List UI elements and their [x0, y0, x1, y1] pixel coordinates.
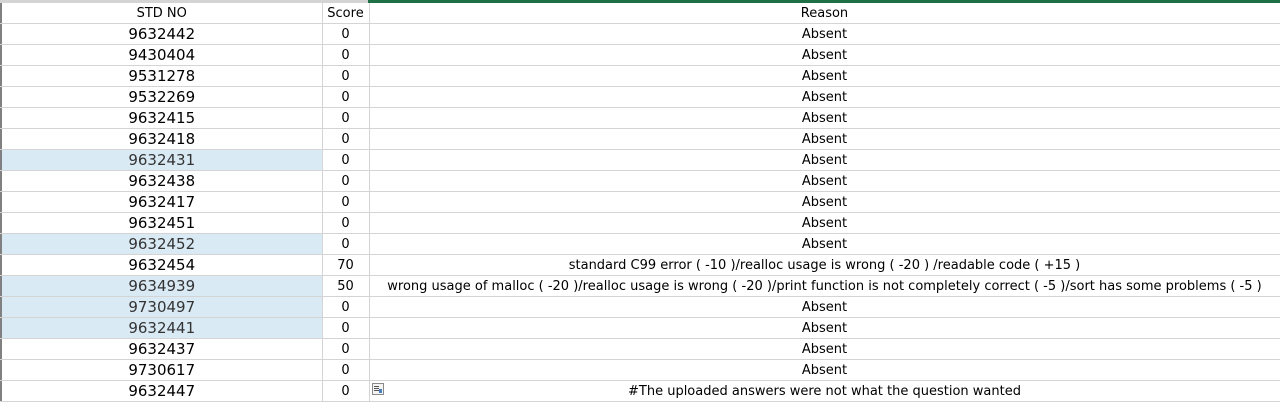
- reason-cell[interactable]: Absent: [369, 191, 1280, 213]
- table-row: 9632438 0 Absent: [0, 170, 1280, 192]
- table-row: 9632452 0 Absent: [0, 233, 1280, 255]
- reason-cell[interactable]: Absent: [369, 44, 1280, 66]
- std-no-cell[interactable]: 9632442: [2, 23, 323, 45]
- score-cell[interactable]: 50: [322, 275, 370, 297]
- reason-text: Absent: [801, 341, 848, 357]
- score-cell[interactable]: 0: [322, 191, 370, 213]
- reason-text: Absent: [801, 173, 848, 189]
- reason-text: Absent: [801, 152, 848, 168]
- header-score[interactable]: Score: [322, 3, 370, 24]
- table-row: 9632451 0 Absent: [0, 212, 1280, 234]
- reason-text: Absent: [801, 194, 848, 210]
- table-row: 9632417 0 Absent: [0, 191, 1280, 213]
- std-no-cell[interactable]: 9632438: [2, 170, 323, 192]
- reason-text: wrong usage of malloc ( -20 )/realloc us…: [387, 278, 1262, 294]
- reason-text: Absent: [801, 215, 848, 231]
- std-no-cell[interactable]: 9730497: [2, 296, 323, 318]
- reason-cell[interactable]: #The uploaded answers were not what the …: [369, 380, 1280, 402]
- score-cell[interactable]: 0: [322, 212, 370, 234]
- reason-cell[interactable]: Absent: [369, 338, 1280, 360]
- table-row: 9634939 50 wrong usage of malloc ( -20 )/r…: [0, 275, 1280, 297]
- std-no-cell[interactable]: 9730617: [2, 359, 323, 381]
- reason-cell[interactable]: Absent: [369, 212, 1280, 234]
- score-cell[interactable]: 0: [322, 317, 370, 339]
- score-cell[interactable]: 70: [322, 254, 370, 276]
- reason-text: Absent: [801, 236, 848, 252]
- reason-cell[interactable]: Absent: [369, 23, 1280, 45]
- std-no-cell[interactable]: 9634939: [2, 275, 323, 297]
- spreadsheet-grid: STD NO Score Reason 9632442 0 Absent 943040…: [0, 0, 1280, 407]
- header-std-no[interactable]: STD NO: [2, 3, 323, 24]
- reason-text: Absent: [801, 299, 848, 315]
- scores-table: STD NO Score Reason 9632442 0 Absent 943040…: [0, 3, 1280, 402]
- score-cell[interactable]: 0: [322, 107, 370, 129]
- std-no-cell[interactable]: 9632452: [2, 233, 323, 255]
- reason-text: standard C99 error ( -10 )/realloc usage…: [568, 257, 1081, 273]
- table-row: 9430404 0 Absent: [0, 44, 1280, 66]
- reason-cell[interactable]: Absent: [369, 359, 1280, 381]
- comment-indicator-icon[interactable]: [371, 383, 384, 395]
- std-no-cell[interactable]: 9632451: [2, 212, 323, 234]
- table-row: 9632415 0 Absent: [0, 107, 1280, 129]
- score-cell[interactable]: 0: [322, 380, 370, 402]
- score-cell[interactable]: 0: [322, 338, 370, 360]
- score-cell[interactable]: 0: [322, 23, 370, 45]
- std-no-cell[interactable]: 9632437: [2, 338, 323, 360]
- table-row: 9532269 0 Absent: [0, 86, 1280, 108]
- std-no-cell[interactable]: 9632417: [2, 191, 323, 213]
- table-row: 9632437 0 Absent: [0, 338, 1280, 360]
- reason-cell[interactable]: Absent: [369, 65, 1280, 87]
- reason-text: Absent: [801, 131, 848, 147]
- reason-text: Absent: [801, 320, 848, 336]
- reason-cell[interactable]: Absent: [369, 128, 1280, 150]
- score-cell[interactable]: 0: [322, 233, 370, 255]
- reason-text: Absent: [801, 68, 848, 84]
- reason-cell[interactable]: standard C99 error ( -10 )/realloc usage…: [369, 254, 1280, 276]
- score-cell[interactable]: 0: [322, 128, 370, 150]
- reason-cell[interactable]: Absent: [369, 233, 1280, 255]
- table-row: 9632431 0 Absent: [0, 149, 1280, 171]
- reason-cell[interactable]: wrong usage of malloc ( -20 )/realloc us…: [369, 275, 1280, 297]
- score-cell[interactable]: 0: [322, 296, 370, 318]
- std-no-cell[interactable]: 9632418: [2, 128, 323, 150]
- table-row: 9730617 0 Absent: [0, 359, 1280, 381]
- table-row: 9632418 0 Absent: [0, 128, 1280, 150]
- score-cell[interactable]: 0: [322, 44, 370, 66]
- score-cell[interactable]: 0: [322, 359, 370, 381]
- reason-cell[interactable]: Absent: [369, 317, 1280, 339]
- reason-cell[interactable]: Absent: [369, 296, 1280, 318]
- std-no-cell[interactable]: 9632441: [2, 317, 323, 339]
- table-row: 9531278 0 Absent: [0, 65, 1280, 87]
- reason-text: Absent: [801, 47, 848, 63]
- std-no-cell[interactable]: 9532269: [2, 86, 323, 108]
- std-no-cell[interactable]: 9632447: [2, 380, 323, 402]
- reason-text: #The uploaded answers were not what the …: [628, 383, 1021, 399]
- reason-text: Absent: [801, 110, 848, 126]
- reason-cell[interactable]: Absent: [369, 86, 1280, 108]
- std-no-cell[interactable]: 9531278: [2, 65, 323, 87]
- reason-cell[interactable]: Absent: [369, 170, 1280, 192]
- std-no-cell[interactable]: 9632431: [2, 149, 323, 171]
- reason-text: Absent: [801, 89, 848, 105]
- score-cell[interactable]: 0: [322, 149, 370, 171]
- reason-text: Absent: [801, 362, 848, 378]
- table-row: 9632442 0 Absent: [0, 23, 1280, 45]
- std-no-cell[interactable]: 9632454: [2, 254, 323, 276]
- header-row: STD NO Score Reason: [0, 3, 1280, 24]
- table-row: 9632441 0 Absent: [0, 317, 1280, 339]
- reason-cell[interactable]: Absent: [369, 107, 1280, 129]
- reason-cell[interactable]: Absent: [369, 149, 1280, 171]
- std-no-cell[interactable]: 9632415: [2, 107, 323, 129]
- header-reason[interactable]: Reason: [369, 3, 1280, 24]
- table-row: 9632454 70 standard C99 error ( -10 )/real…: [0, 254, 1280, 276]
- score-cell[interactable]: 0: [322, 65, 370, 87]
- score-cell[interactable]: 0: [322, 170, 370, 192]
- score-cell[interactable]: 0: [322, 86, 370, 108]
- table-row: 9730497 0 Absent: [0, 296, 1280, 318]
- std-no-cell[interactable]: 9430404: [2, 44, 323, 66]
- table-row: 9632447 0 #The uploaded answers were not w…: [0, 380, 1280, 402]
- reason-text: Absent: [801, 26, 848, 42]
